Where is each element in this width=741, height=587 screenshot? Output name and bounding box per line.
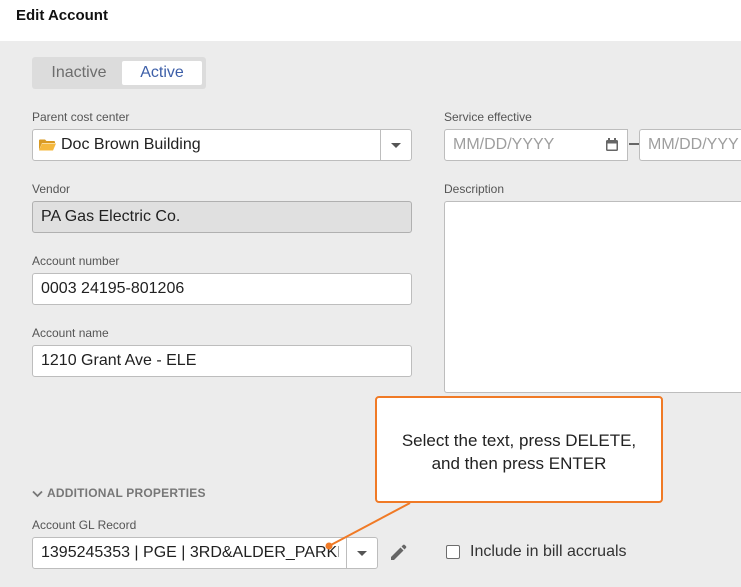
instruction-callout: Select the text, press DELETE, and then … [375, 396, 663, 503]
callout-text: Select the text, press DELETE, and then … [377, 429, 661, 475]
callout-line-2: and then press ENTER [431, 454, 607, 473]
callout-line-1: Select the text, press DELETE, [401, 431, 637, 450]
